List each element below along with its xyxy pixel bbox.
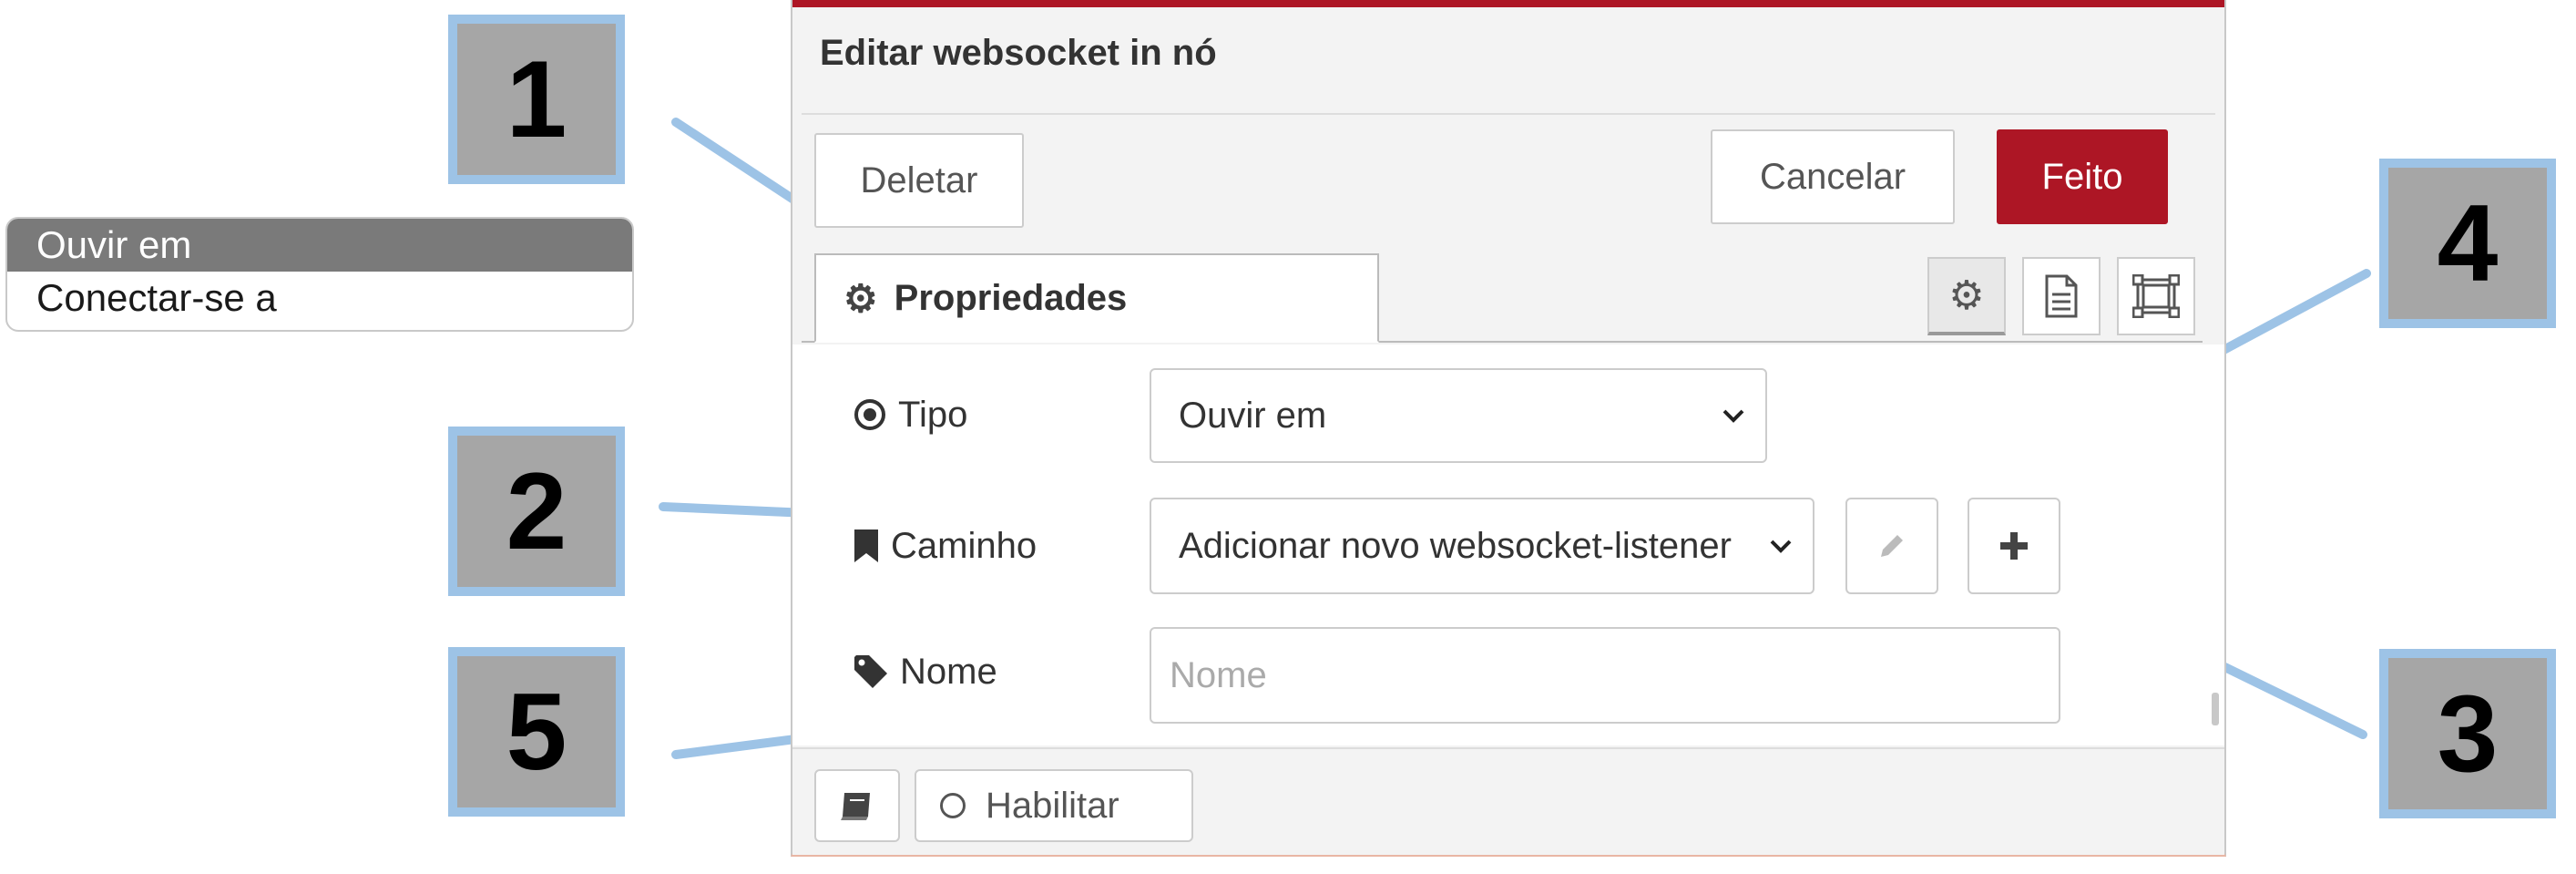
tab-description-button[interactable] xyxy=(2022,257,2101,335)
type-dropdown-preview: Ouvir em Conectar-se a xyxy=(5,217,634,332)
target-icon xyxy=(854,399,885,430)
name-input[interactable] xyxy=(1150,627,2060,724)
cancel-button[interactable]: Cancelar xyxy=(1711,129,1955,224)
delete-button[interactable]: Deletar xyxy=(814,133,1024,228)
book-icon xyxy=(841,793,870,820)
tab-bar: ⚙ Propriedades ⚙ xyxy=(802,252,2203,343)
path-select[interactable]: Adicionar novo websocket-listener xyxy=(1150,498,1814,594)
edit-listener-button[interactable] xyxy=(1845,498,1938,594)
tab-settings-button[interactable]: ⚙ xyxy=(1927,257,2006,335)
callout-2: 2 xyxy=(448,427,625,596)
properties-form: Tipo Ouvir em Caminho Adicionar novo web… xyxy=(792,344,2224,745)
type-select[interactable]: Ouvir em xyxy=(1150,368,1767,463)
chevron-down-icon xyxy=(1722,409,1744,423)
callout-1: 1 xyxy=(448,15,625,184)
type-label-text: Tipo xyxy=(898,394,968,435)
enable-toggle-button[interactable]: Habilitar xyxy=(915,769,1193,842)
tab-properties[interactable]: ⚙ Propriedades xyxy=(814,253,1379,343)
tag-icon xyxy=(854,655,887,688)
path-select-value: Adicionar novo websocket-listener xyxy=(1179,525,1732,566)
tab-properties-label: Propriedades xyxy=(894,277,1128,318)
tab-appearance-button[interactable] xyxy=(2117,257,2195,335)
chevron-down-icon xyxy=(1770,540,1792,553)
dialog-footer: Habilitar xyxy=(792,747,2224,855)
gear-icon: ⚙ xyxy=(1948,272,1985,318)
callout-3: 3 xyxy=(2379,649,2556,818)
divider xyxy=(802,113,2215,115)
enable-label: Habilitar xyxy=(986,785,1119,826)
pencil-icon xyxy=(1881,535,1903,557)
edit-node-dialog: Editar websocket in nó Deletar Cancelar … xyxy=(791,0,2226,857)
frame-icon xyxy=(2132,274,2180,318)
add-listener-button[interactable] xyxy=(1968,498,2060,594)
bookmark-icon xyxy=(854,530,878,562)
option-listen-on[interactable]: Ouvir em xyxy=(7,219,632,272)
callout-5: 5 xyxy=(448,647,625,817)
gear-icon: ⚙ xyxy=(843,276,878,320)
dialog-accent-bar xyxy=(792,0,2224,7)
type-select-value: Ouvir em xyxy=(1179,395,1327,436)
type-label: Tipo xyxy=(853,392,967,437)
callout-4: 4 xyxy=(2379,159,2556,328)
path-label: Caminho xyxy=(853,523,1037,569)
path-label-text: Caminho xyxy=(891,525,1038,566)
node-help-button[interactable] xyxy=(814,769,900,842)
dialog-title: Editar websocket in nó xyxy=(820,33,1217,73)
scrollbar[interactable] xyxy=(2212,693,2219,725)
plus-icon xyxy=(2000,532,2028,560)
radio-circle-icon xyxy=(940,793,966,818)
option-connect-to[interactable]: Conectar-se a xyxy=(7,272,632,324)
document-icon xyxy=(2045,274,2078,318)
name-label: Nome xyxy=(853,649,997,694)
done-button[interactable]: Feito xyxy=(1997,129,2168,224)
name-label-text: Nome xyxy=(900,651,997,692)
